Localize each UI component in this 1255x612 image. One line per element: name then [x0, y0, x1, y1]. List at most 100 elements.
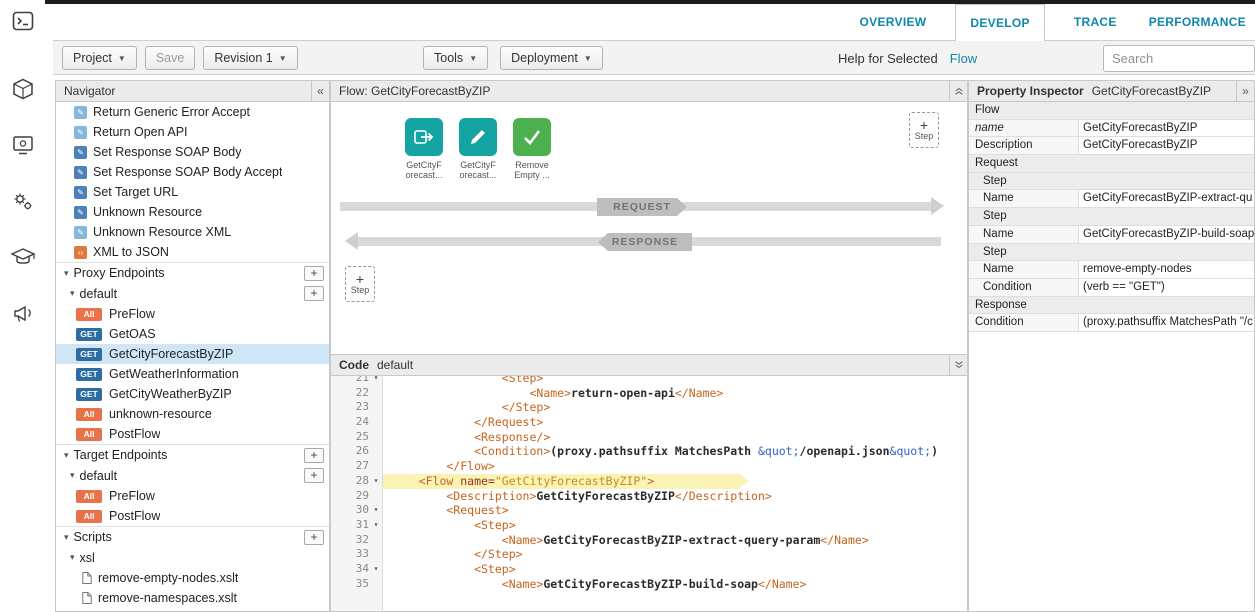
fold-caret-icon[interactable]: ▾: [369, 474, 383, 489]
add-button[interactable]: +: [304, 266, 324, 281]
flow-unknown-resource[interactable]: Allunknown-resource: [56, 404, 329, 424]
tab-overview[interactable]: OVERVIEW: [857, 4, 930, 40]
toolbar-left-group: Project▼ Save Revision 1▼: [62, 46, 298, 70]
collapse-up-icon[interactable]: [949, 81, 967, 101]
add-button[interactable]: +: [304, 530, 324, 545]
collapse-panel-icon[interactable]: «: [311, 81, 329, 101]
tools-menu-button[interactable]: Tools▼: [423, 46, 488, 70]
flow-preflow[interactable]: AllPreFlow: [56, 304, 329, 324]
flow-getcityforecastbyzip[interactable]: GETGetCityForecastByZIP: [56, 344, 329, 364]
flow-postflow[interactable]: AllPostFlow: [56, 506, 329, 526]
flow-steps: GetCityForecast... GetCityForecast... Remo…: [405, 118, 551, 181]
expand-panel-icon[interactable]: »: [1236, 81, 1254, 101]
file-remove-empty-nodes-xslt[interactable]: remove-empty-nodes.xslt: [56, 568, 329, 588]
inspector-prop-condition[interactable]: Condition(verb == "GET"): [969, 279, 1254, 297]
step-pencil-icon[interactable]: [459, 118, 497, 156]
policy-return-generic-error-accept[interactable]: ✎Return Generic Error Accept: [56, 102, 329, 122]
fold-caret-icon[interactable]: ▾: [369, 518, 383, 533]
code-line-34[interactable]: 34▾ <Step>: [331, 562, 967, 577]
subsection-xsl[interactable]: ▾xsl: [56, 547, 329, 568]
policy-set-response-soap-body-accept[interactable]: ✎Set Response SOAP Body Accept: [56, 162, 329, 182]
inspector-prop-name[interactable]: NameGetCityForecastByZIP-build-soap: [969, 226, 1254, 244]
fold-caret-icon: [369, 415, 383, 430]
add-button[interactable]: +: [304, 468, 324, 483]
flow-getoas[interactable]: GETGetOAS: [56, 324, 329, 344]
policy-xml-to-json[interactable]: ‹›XML to JSON: [56, 242, 329, 262]
policy-return-open-api[interactable]: ✎Return Open API: [56, 122, 329, 142]
subsection-default[interactable]: ▾default+: [56, 283, 329, 304]
flow-getweatherinformation[interactable]: GETGetWeatherInformation: [56, 364, 329, 384]
inspector-prop-name[interactable]: nameGetCityForecastByZIP: [969, 120, 1254, 138]
flow-canvas: GetCityForecast... GetCityForecast... Remo…: [331, 102, 967, 354]
line-number: 21▾: [331, 376, 383, 386]
project-menu-button[interactable]: Project▼: [62, 46, 137, 70]
flow-step-getcityf-orecast[interactable]: GetCityForecast...: [405, 118, 443, 181]
code-line-30[interactable]: 30▾ <Request>: [331, 503, 967, 518]
tab-develop[interactable]: DEVELOP: [955, 4, 1044, 41]
code-line-28[interactable]: 28▾ <Flow name="GetCityForecastByZIP">: [331, 474, 967, 489]
code-line-35[interactable]: 35 <Name>GetCityForecastByZIP-build-soap…: [331, 577, 967, 592]
line-number: 31▾: [331, 518, 383, 533]
flow-step-getcityf-orecast[interactable]: GetCityForecast...: [459, 118, 497, 181]
add-button[interactable]: +: [304, 286, 324, 301]
subsection-default[interactable]: ▾default+: [56, 465, 329, 486]
help-selected-link[interactable]: Flow: [950, 51, 977, 66]
step-check-icon[interactable]: [513, 118, 551, 156]
section-target-endpoints[interactable]: ▾Target Endpoints+: [56, 444, 329, 465]
fold-caret-icon[interactable]: ▾: [369, 503, 383, 518]
develop-icon[interactable]: [10, 132, 36, 158]
inspector-prop-description[interactable]: DescriptionGetCityForecastByZIP: [969, 137, 1254, 155]
api-proxies-icon[interactable]: [10, 76, 36, 102]
inspector-prop-condition[interactable]: Condition(proxy.pathsuffix MatchesPath "…: [969, 314, 1254, 332]
code-line-31[interactable]: 31▾ <Step>: [331, 518, 967, 533]
tab-performance[interactable]: PERFORMANCE: [1146, 4, 1249, 40]
policy-set-target-url[interactable]: ✎Set Target URL: [56, 182, 329, 202]
code-line-26[interactable]: 26 <Condition>(proxy.pathsuffix MatchesP…: [331, 444, 967, 459]
line-number: 28▾: [331, 474, 383, 489]
code-line-23[interactable]: 23 </Step>: [331, 400, 967, 415]
add-step-button[interactable]: + Step: [909, 112, 939, 148]
save-button[interactable]: Save: [145, 46, 196, 70]
line-number: 27: [331, 459, 383, 474]
flow-preflow[interactable]: AllPreFlow: [56, 486, 329, 506]
code-editor[interactable]: 21▾ <Step>22 <Name>return-open-api</Name…: [331, 376, 967, 611]
flow-getcityweatherbyzip[interactable]: GETGetCityWeatherByZIP: [56, 384, 329, 404]
policy-unknown-resource[interactable]: ✎Unknown Resource: [56, 202, 329, 222]
admin-icon[interactable]: [10, 188, 36, 214]
code-line-29[interactable]: 29 <Description>GetCityForecastByZIP</De…: [331, 489, 967, 504]
inspector-section-flow: Flow: [969, 102, 1254, 120]
flow-postflow[interactable]: AllPostFlow: [56, 424, 329, 444]
fold-caret-icon: [369, 459, 383, 474]
collapse-caret-icon: ▾: [70, 288, 75, 299]
code-line-27[interactable]: 27 </Flow>: [331, 459, 967, 474]
policy-set-response-soap-body[interactable]: ✎Set Response SOAP Body: [56, 142, 329, 162]
request-band: REQUEST: [597, 198, 687, 216]
chevron-down-icon: ▼: [279, 54, 287, 63]
add-button[interactable]: +: [304, 448, 324, 463]
code-line-25[interactable]: 25 <Response/>: [331, 430, 967, 445]
section-scripts[interactable]: ▾Scripts+: [56, 526, 329, 547]
search-input[interactable]: [1103, 45, 1255, 72]
expand-down-icon[interactable]: [949, 355, 967, 375]
flow-step-remove-empty[interactable]: RemoveEmpty ...: [513, 118, 551, 181]
tab-trace[interactable]: TRACE: [1071, 4, 1120, 40]
learn-icon[interactable]: [10, 244, 36, 270]
support-icon[interactable]: [10, 300, 36, 326]
file-remove-namespaces-xslt[interactable]: remove-namespaces.xslt: [56, 588, 329, 608]
code-line-32[interactable]: 32 <Name>GetCityForecastByZIP-extract-qu…: [331, 533, 967, 548]
fold-caret-icon[interactable]: ▾: [369, 376, 383, 386]
code-line-24[interactable]: 24 </Request>: [331, 415, 967, 430]
inspector-prop-name[interactable]: Nameremove-empty-nodes: [969, 261, 1254, 279]
inspector-prop-name[interactable]: NameGetCityForecastByZIP-extract-qu: [969, 190, 1254, 208]
code-line-21[interactable]: 21▾ <Step>: [331, 376, 967, 386]
deployment-menu-button[interactable]: Deployment▼: [500, 46, 603, 70]
fold-caret-icon[interactable]: ▾: [369, 562, 383, 577]
revision-menu-button[interactable]: Revision 1▼: [203, 46, 297, 70]
section-proxy-endpoints[interactable]: ▾Proxy Endpoints+: [56, 262, 329, 283]
code-line-22[interactable]: 22 <Name>return-open-api</Name>: [331, 386, 967, 401]
policy-unknown-resource-xml[interactable]: ✎Unknown Resource XML: [56, 222, 329, 242]
add-step-button[interactable]: + Step: [345, 266, 375, 302]
step-export-icon[interactable]: [405, 118, 443, 156]
code-line-33[interactable]: 33 </Step>: [331, 547, 967, 562]
terminal-icon[interactable]: [10, 8, 36, 34]
